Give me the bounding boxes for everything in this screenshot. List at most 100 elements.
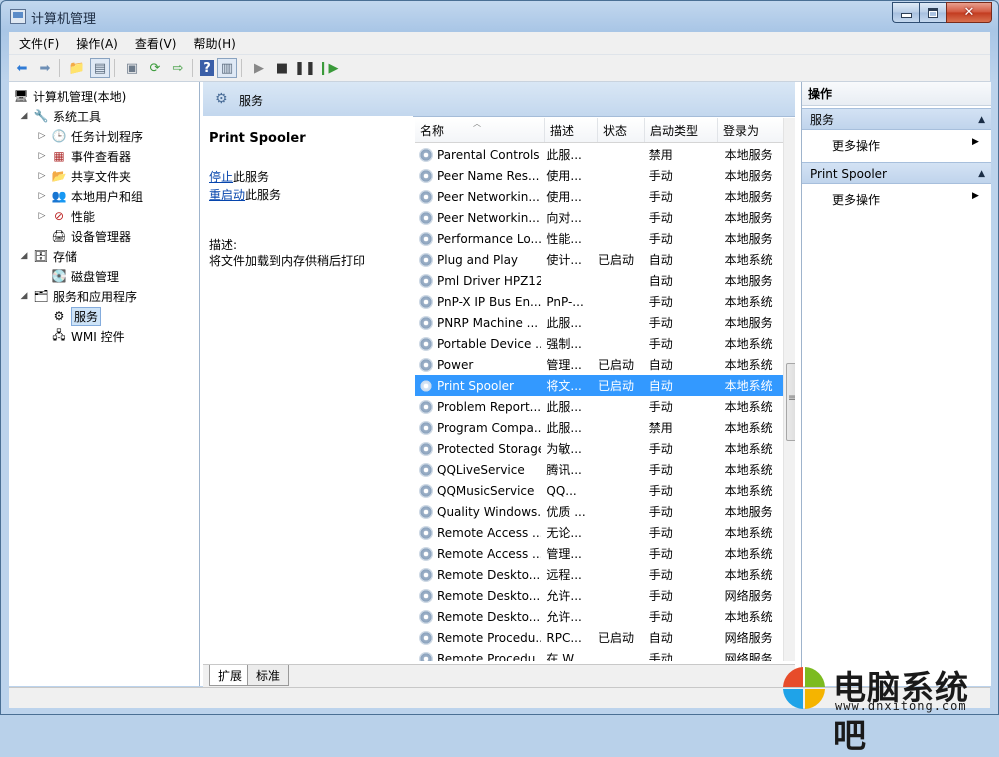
- refresh-icon[interactable]: ⟳: [145, 58, 165, 78]
- tree-item-disk-management[interactable]: 💽 磁盘管理: [51, 266, 120, 286]
- tree-item-task-scheduler[interactable]: ▷ 🕒 任务计划程序: [37, 126, 143, 146]
- service-startup-type: 手动: [648, 442, 673, 456]
- actions-section-print-spooler[interactable]: Print Spooler ▲: [802, 162, 991, 184]
- table-row[interactable]: Plug and Play 使计... 已启动 自动 本地系统: [415, 249, 783, 270]
- tree-item-performance[interactable]: ▷ ⊘ 性能: [37, 206, 95, 226]
- more-actions-label: 更多操作: [832, 193, 881, 207]
- expand-arrow-icon[interactable]: ▷: [37, 191, 47, 201]
- minimize-button[interactable]: [892, 2, 919, 23]
- tree-item-local-users[interactable]: ▷ 👥 本地用户和组: [37, 186, 143, 206]
- table-row[interactable]: PNRP Machine ... 此服... 手动 本地服务: [415, 312, 783, 333]
- service-description: 使用...: [546, 190, 582, 204]
- table-row[interactable]: Parental Controls 此服... 禁用 本地服务: [415, 144, 783, 165]
- gear-icon: [419, 399, 433, 414]
- stop-service-icon[interactable]: ■: [272, 58, 292, 78]
- table-row[interactable]: Print Spooler 将文... 已启动 自动 本地系统: [415, 375, 783, 396]
- forward-icon[interactable]: ➡: [35, 58, 55, 78]
- table-row[interactable]: Peer Networkin... 使用... 手动 本地服务: [415, 186, 783, 207]
- column-header-description[interactable]: 描述: [545, 118, 598, 142]
- actions-section-services[interactable]: 服务 ▲: [802, 108, 991, 130]
- table-row[interactable]: Program Compa... 此服... 禁用 本地系统: [415, 417, 783, 438]
- menu-help[interactable]: 帮助(H): [183, 35, 242, 52]
- table-row[interactable]: Remote Deskto... 允许... 手动 网络服务: [415, 585, 783, 606]
- more-actions-services[interactable]: 更多操作 ▶: [832, 137, 979, 154]
- tree-item-wmi[interactable]: 🖧 WMI 控件: [51, 326, 124, 346]
- scrollbar-thumb[interactable]: [786, 363, 795, 441]
- tree-item-services-apps[interactable]: ◢ 🗂 服务和应用程序: [19, 286, 137, 306]
- expand-arrow-icon[interactable]: ▷: [37, 171, 47, 181]
- service-startup-type: 手动: [648, 526, 673, 540]
- menu-action[interactable]: 操作(A): [66, 35, 125, 52]
- table-row[interactable]: Remote Deskto... 允许... 手动 本地系统: [415, 606, 783, 627]
- tab-extended[interactable]: 扩展: [209, 665, 252, 686]
- table-row[interactable]: Problem Report... 此服... 手动 本地系统: [415, 396, 783, 417]
- toolbar: ⬅ ➡ 📁 ▤ ▣ ⟳ ⇨ ? ▥ ▶ ■ ❚❚ ❙▶: [9, 55, 990, 82]
- export-list-icon[interactable]: ⇨: [168, 58, 188, 78]
- column-header-startup-type[interactable]: 启动类型: [645, 118, 718, 142]
- service-name: Remote Deskto...: [437, 588, 541, 603]
- service-description: 管理...: [546, 547, 582, 561]
- service-name: Remote Access ...: [437, 525, 542, 540]
- table-row[interactable]: Performance Lo... 性能... 手动 本地服务: [415, 228, 783, 249]
- start-service-icon[interactable]: ▶: [249, 58, 269, 78]
- service-name: Remote Access ...: [437, 546, 542, 561]
- back-icon[interactable]: ⬅: [12, 58, 32, 78]
- collapse-arrow-icon[interactable]: ◢: [19, 291, 29, 301]
- tree-item-event-viewer[interactable]: ▷ ▦ 事件查看器: [37, 146, 131, 166]
- tree-item-system-tools[interactable]: ◢ 🔧 系统工具: [19, 106, 101, 126]
- properties-icon[interactable]: ▣: [122, 58, 142, 78]
- column-header-logon-as[interactable]: 登录为: [718, 118, 783, 142]
- table-row[interactable]: Remote Access ... 管理... 手动 本地系统: [415, 543, 783, 564]
- collapse-arrow-icon[interactable]: ◢: [19, 111, 29, 121]
- menu-view[interactable]: 查看(V): [125, 35, 184, 52]
- tree-item-shared-folders[interactable]: ▷ 📂 共享文件夹: [37, 166, 131, 186]
- collapse-up-icon[interactable]: ▲: [978, 163, 985, 185]
- stop-service-link[interactable]: 停止: [209, 170, 233, 184]
- table-row[interactable]: Power 管理... 已启动 自动 本地系统: [415, 354, 783, 375]
- expand-arrow-icon[interactable]: ▷: [37, 211, 47, 221]
- maximize-button[interactable]: [919, 2, 946, 23]
- table-row[interactable]: Protected Storage 为敏... 手动 本地系统: [415, 438, 783, 459]
- show-action-pane-icon[interactable]: ▥: [217, 58, 237, 78]
- tab-standard[interactable]: 标准: [247, 665, 290, 686]
- tree-item-storage[interactable]: ◢ 🗄 存储: [19, 246, 77, 266]
- more-actions-print-spooler[interactable]: 更多操作 ▶: [832, 191, 979, 208]
- tree-item-device-manager[interactable]: 🖨 设备管理器: [51, 226, 131, 246]
- column-label: 启动类型: [650, 124, 699, 138]
- close-button[interactable]: ✕: [946, 2, 992, 23]
- table-row[interactable]: QQMusicService QQ... 手动 本地系统: [415, 480, 783, 501]
- pause-service-icon[interactable]: ❚❚: [294, 58, 316, 78]
- up-folder-icon[interactable]: 📁: [67, 58, 87, 78]
- table-row[interactable]: Peer Name Res... 使用... 手动 本地服务: [415, 165, 783, 186]
- tree-root[interactable]: 🖥 计算机管理(本地): [13, 86, 126, 106]
- expand-arrow-icon[interactable]: ▷: [37, 151, 47, 161]
- table-row[interactable]: Portable Device ... 强制... 手动 本地系统: [415, 333, 783, 354]
- collapse-up-icon[interactable]: ▲: [978, 109, 985, 131]
- table-row[interactable]: Remote Procedu... 在 W... 手动 网络服务: [415, 648, 783, 661]
- restart-service-link[interactable]: 重启动: [209, 188, 245, 202]
- restart-service-icon[interactable]: ❙▶: [318, 58, 339, 78]
- table-row[interactable]: Remote Deskto... 远程... 手动 本地系统: [415, 564, 783, 585]
- service-status: 已启动: [598, 358, 635, 372]
- service-description: 向对...: [546, 211, 582, 225]
- table-row[interactable]: Pml Driver HPZ12 自动 本地服务: [415, 270, 783, 291]
- table-row[interactable]: Remote Access ... 无论... 手动 本地系统: [415, 522, 783, 543]
- menu-file[interactable]: 文件(F): [9, 35, 66, 52]
- table-row[interactable]: Remote Procedu... RPC... 已启动 自动 网络服务: [415, 627, 783, 648]
- table-row[interactable]: QQLiveService 腾讯... 手动 本地系统: [415, 459, 783, 480]
- table-row[interactable]: Quality Windows... 优质 ... 手动 本地服务: [415, 501, 783, 522]
- table-row[interactable]: PnP-X IP Bus En... PnP-... 手动 本地系统: [415, 291, 783, 312]
- table-row[interactable]: Peer Networkin... 向对... 手动 本地服务: [415, 207, 783, 228]
- collapse-arrow-icon[interactable]: ◢: [19, 251, 29, 261]
- service-name: Protected Storage: [437, 441, 542, 456]
- column-header-status[interactable]: 状态: [598, 118, 645, 142]
- vertical-scrollbar[interactable]: [783, 118, 795, 661]
- title-bar[interactable]: 计算机管理 ✕: [1, 1, 998, 31]
- help-icon[interactable]: ?: [200, 60, 214, 76]
- service-name: Print Spooler: [437, 378, 514, 393]
- expand-arrow-icon[interactable]: ▷: [37, 131, 47, 141]
- tree-item-services[interactable]: ⚙ 服务: [51, 306, 102, 326]
- column-header-name[interactable]: ︿ 名称: [415, 118, 545, 142]
- show-tree-icon[interactable]: ▤: [90, 58, 110, 78]
- shared-folder-icon: 📂: [51, 169, 67, 183]
